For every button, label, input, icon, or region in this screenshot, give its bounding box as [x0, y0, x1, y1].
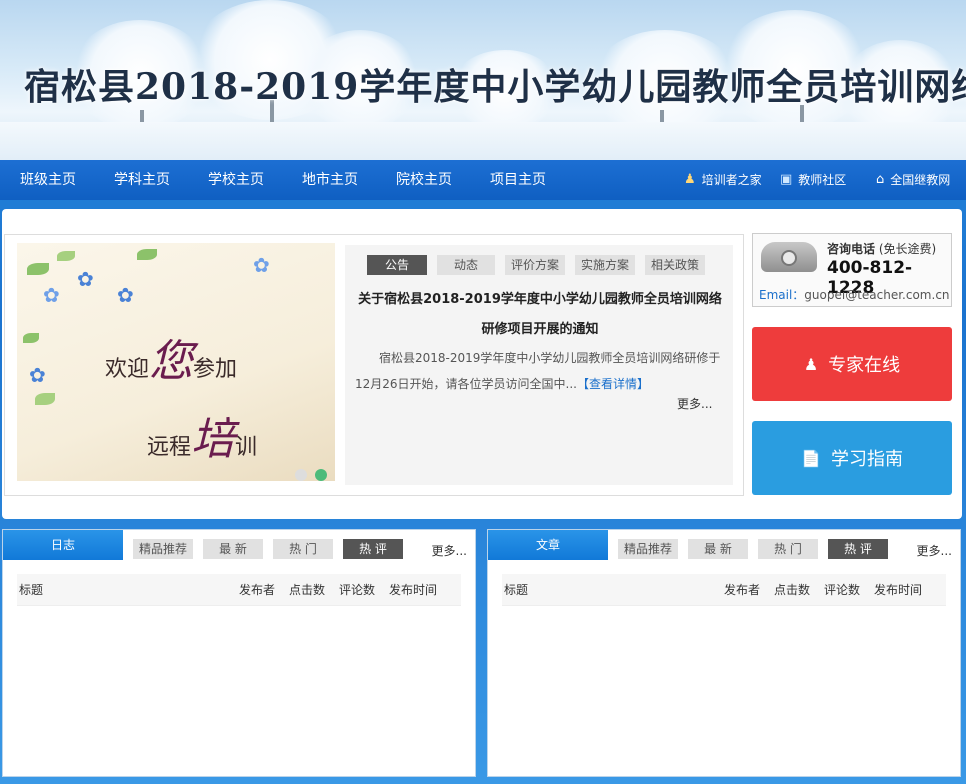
document-icon: 📄: [801, 448, 821, 468]
flower-icon: ✿: [117, 283, 134, 307]
contact-email: Email：guopei@teacher.com.cn: [759, 288, 950, 302]
tab-implementation-plan[interactable]: 实施方案: [575, 255, 636, 275]
diary-tab-most-commented[interactable]: 热 评: [343, 539, 403, 559]
nav-project-home[interactable]: 项目主页: [490, 160, 546, 200]
person-icon: ♟: [803, 354, 819, 374]
welcome-line-1: 欢迎您参加: [105, 336, 238, 387]
flower-icon: ✿: [43, 283, 60, 307]
hotline-label: 咨询电话 (免长途费): [827, 242, 937, 256]
view-details-link[interactable]: 【查看详情】: [577, 377, 649, 391]
nav-national-site[interactable]: ⌂ 全国继教网: [876, 160, 950, 200]
expert-online-button[interactable]: ♟ 专家在线: [752, 327, 952, 401]
column-clicks: 点击数: [289, 583, 326, 597]
column-comments: 评论数: [824, 583, 861, 597]
home-icon: ⌂: [876, 172, 885, 187]
header-banner: 宿松县2018-2019学年度中小学幼儿园教师全员培训网络研修项目: [0, 0, 966, 160]
column-clicks: 点击数: [774, 583, 811, 597]
contact-box: 咨询电话 (免长途费) 400-812-1228 Email：guopei@te…: [752, 233, 952, 307]
tab-evaluation-plan[interactable]: 评价方案: [505, 255, 566, 275]
column-title: 标题: [504, 583, 529, 597]
article-table-header: 标题 发布者 点击数 评论数 发布时间: [502, 574, 946, 606]
article-tab-featured[interactable]: 精品推荐: [618, 539, 678, 559]
nav-college-home[interactable]: 院校主页: [396, 160, 452, 200]
nav-national-site-label: 全国继教网: [890, 173, 951, 187]
nav-trainer-home[interactable]: ♟ 培训者之家: [684, 160, 762, 200]
study-guide-label: 学习指南: [830, 449, 903, 470]
article-tab-most-commented[interactable]: 热 评: [828, 539, 888, 559]
article-tab-popular[interactable]: 热 门: [758, 539, 818, 559]
column-publish-time: 发布时间: [874, 583, 923, 597]
main-panel: ✿ ✿ ✿ ✿ ✿ 欢迎您参加 远程培训 公告 动态 评价方案 实施方案 相关政…: [2, 209, 962, 519]
tab-news[interactable]: 动态: [437, 255, 495, 275]
column-publisher: 发布者: [239, 583, 276, 597]
diary-tab-featured[interactable]: 精品推荐: [133, 539, 193, 559]
welcome-line-2: 远程培训: [147, 414, 258, 465]
carousel-dot[interactable]: [295, 469, 307, 481]
article-panel-title: 文章: [488, 530, 608, 560]
main-nav: 班级主页 学科主页 学校主页 地市主页 院校主页 项目主页 ♟ 培训者之家 ▣ …: [0, 160, 966, 200]
nav-subject-home[interactable]: 学科主页: [114, 160, 170, 200]
column-title: 标题: [19, 583, 44, 597]
expert-online-label: 专家在线: [828, 355, 901, 376]
diary-panel: 日志 精品推荐 最 新 热 门 热 评 更多... 标题 发布者 点击数 评论数…: [2, 529, 476, 777]
diary-table-header: 标题 发布者 点击数 评论数 发布时间: [17, 574, 461, 606]
article-panel: 文章 精品推荐 最 新 热 门 热 评 更多... 标题 发布者 点击数 评论数…: [487, 529, 961, 777]
nav-teacher-community-label: 教师社区: [798, 173, 847, 187]
banner-title: 宿松县2018-2019学年度中小学幼儿园教师全员培训网络研修项目: [24, 66, 966, 108]
notice-body: 宿松县2018-2019学年度中小学幼儿园教师全员培训网络研修于12月26日开始…: [355, 351, 721, 391]
notice-panel: 公告 动态 评价方案 实施方案 相关政策 关于宿松县2018-2019学年度中小…: [345, 245, 733, 485]
flower-icon: ✿: [253, 253, 270, 277]
article-more-link[interactable]: 更多...: [917, 542, 952, 559]
article-tab-latest[interactable]: 最 新: [688, 539, 748, 559]
diary-panel-title: 日志: [3, 530, 123, 560]
intro-box: ✿ ✿ ✿ ✿ ✿ 欢迎您参加 远程培训 公告 动态 评价方案 实施方案 相关政…: [4, 234, 744, 496]
column-publisher: 发布者: [724, 583, 761, 597]
notice-title[interactable]: 关于宿松县2018-2019学年度中小学幼儿园教师全员培训网络研修项目开展的通知: [355, 285, 725, 345]
nav-school-home[interactable]: 学校主页: [208, 160, 264, 200]
monitor-icon: ▣: [780, 172, 793, 187]
column-publish-time: 发布时间: [389, 583, 438, 597]
flower-icon: ✿: [29, 363, 46, 387]
carousel-dot-active[interactable]: [315, 469, 327, 481]
diary-tab-latest[interactable]: 最 新: [203, 539, 263, 559]
tab-related-policy[interactable]: 相关政策: [645, 255, 706, 275]
flower-icon: ✿: [77, 267, 94, 291]
nav-trainer-home-label: 培训者之家: [701, 173, 762, 187]
diary-more-link[interactable]: 更多...: [432, 542, 467, 559]
tab-announcement[interactable]: 公告: [367, 255, 427, 275]
welcome-banner-image[interactable]: ✿ ✿ ✿ ✿ ✿ 欢迎您参加 远程培训: [17, 243, 335, 481]
nav-city-home[interactable]: 地市主页: [302, 160, 358, 200]
user-group-icon: ♟: [684, 172, 696, 187]
study-guide-button[interactable]: 📄 学习指南: [752, 421, 952, 495]
nav-class-home[interactable]: 班级主页: [20, 160, 76, 200]
notice-more-link[interactable]: 更多...: [677, 395, 712, 412]
diary-tab-popular[interactable]: 热 门: [273, 539, 333, 559]
column-comments: 评论数: [339, 583, 376, 597]
nav-teacher-community[interactable]: ▣ 教师社区: [780, 160, 846, 200]
telephone-icon: [761, 242, 817, 272]
